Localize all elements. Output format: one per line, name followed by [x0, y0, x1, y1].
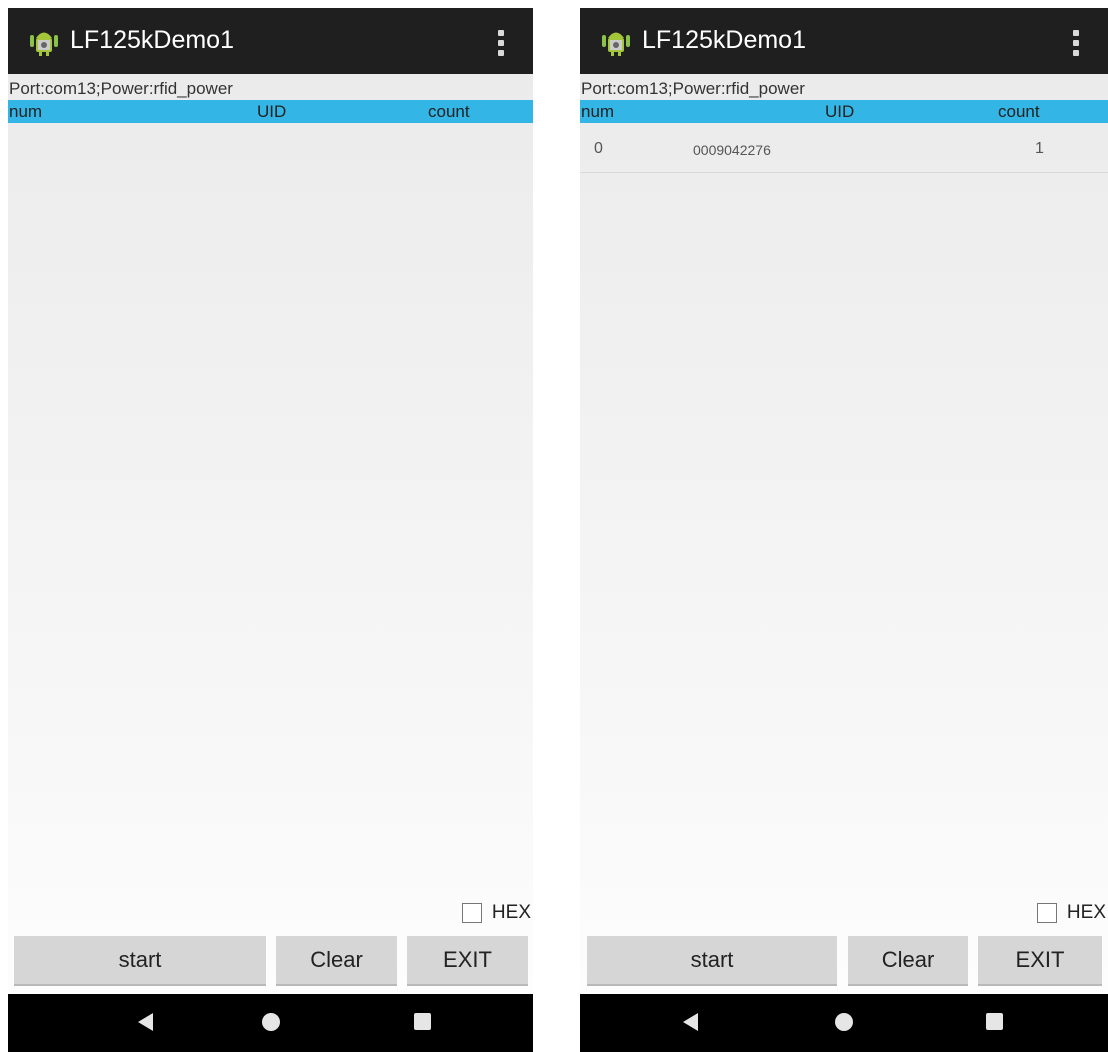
back-icon[interactable] [138, 1013, 153, 1031]
screen-after-scan: LF125kDemo1 Port:com13;Power:rfid_power … [580, 8, 1108, 1052]
table-header: num UID count [8, 100, 533, 123]
recents-icon[interactable] [414, 1013, 431, 1030]
hex-checkbox-box[interactable] [461, 903, 482, 923]
clear-button[interactable]: Clear [276, 936, 397, 986]
hex-checkbox[interactable]: HEX [461, 902, 531, 924]
main-content: Port:com13;Power:rfid_power num UID coun… [580, 74, 1108, 994]
start-button[interactable]: start [587, 936, 837, 986]
row-count: 1 [1035, 140, 1044, 157]
hex-checkbox[interactable]: HEX [1036, 902, 1106, 924]
app-title: LF125kDemo1 [642, 26, 806, 54]
hex-label: HEX [1066, 902, 1106, 923]
column-num: num [9, 102, 43, 121]
home-icon[interactable] [835, 1013, 853, 1031]
port-info: Port:com13;Power:rfid_power [9, 79, 233, 98]
list-item[interactable]: 0 0009042276 1 [580, 124, 1108, 173]
row-num: 0 [594, 140, 603, 157]
main-content: Port:com13;Power:rfid_power num UID coun… [8, 74, 533, 994]
exit-button[interactable]: EXIT [978, 936, 1102, 986]
port-info: Port:com13;Power:rfid_power [581, 79, 805, 98]
action-bar: LF125kDemo1 [8, 8, 533, 74]
hex-label: HEX [491, 902, 531, 923]
recents-icon[interactable] [986, 1013, 1003, 1030]
table-header: num UID count [580, 100, 1108, 123]
screen-before-scan: LF125kDemo1 Port:com13;Power:rfid_power … [8, 8, 533, 1052]
overflow-menu-icon[interactable] [1072, 30, 1080, 56]
column-uid: UID [257, 102, 287, 121]
overflow-menu-icon[interactable] [497, 30, 505, 56]
app-title: LF125kDemo1 [70, 26, 234, 54]
row-uid: 0009042276 [693, 142, 771, 158]
exit-button[interactable]: EXIT [407, 936, 528, 986]
back-icon[interactable] [683, 1013, 698, 1031]
android-app-icon [602, 32, 630, 56]
hex-checkbox-box[interactable] [1036, 903, 1057, 923]
action-bar: LF125kDemo1 [580, 8, 1108, 74]
column-uid: UID [825, 102, 855, 121]
navigation-bar [580, 994, 1108, 1052]
column-count: count [998, 102, 1040, 121]
home-icon[interactable] [262, 1013, 280, 1031]
navigation-bar [8, 994, 533, 1052]
clear-button[interactable]: Clear [848, 936, 968, 986]
android-app-icon [30, 32, 58, 56]
column-count: count [428, 102, 470, 121]
start-button[interactable]: start [14, 936, 266, 986]
column-num: num [581, 102, 615, 121]
